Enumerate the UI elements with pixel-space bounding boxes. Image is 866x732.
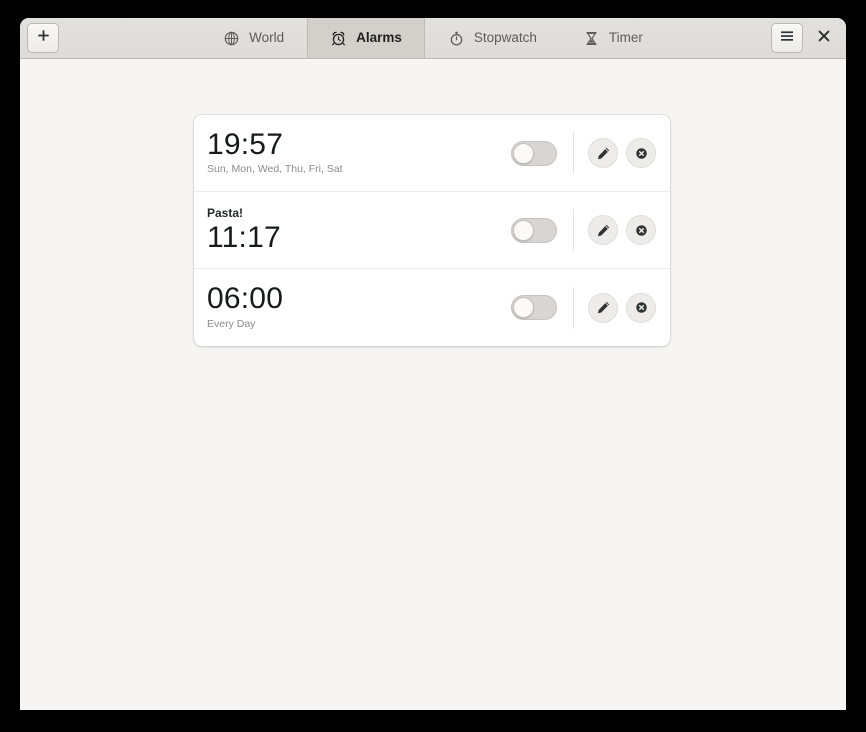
header-bar: World Alarms Stopwatch Timer (20, 18, 846, 59)
alarm-info: Pasta! 11:17 (207, 206, 511, 254)
globe-icon (223, 30, 240, 47)
control-separator (573, 209, 574, 251)
alarm-row[interactable]: Pasta! 11:17 (194, 192, 670, 269)
alarm-time: 06:00 (207, 282, 284, 316)
alarm-controls (511, 209, 656, 251)
window-close-button[interactable] (813, 27, 835, 49)
alarm-row[interactable]: 19:57 Sun, Mon, Wed, Thu, Fri, Sat (194, 115, 670, 192)
delete-alarm-button[interactable] (626, 138, 656, 168)
tab-timer-label: Timer (608, 30, 643, 46)
tab-alarms-label: Alarms (356, 30, 402, 46)
plus-icon (37, 29, 50, 47)
window-controls (771, 23, 839, 53)
alarm-clock-icon (330, 30, 347, 47)
control-separator (573, 286, 574, 329)
delete-alarm-button[interactable] (626, 292, 656, 323)
alarm-enable-toggle[interactable] (511, 217, 557, 243)
alarm-list: 19:57 Sun, Mon, Wed, Thu, Fri, Sat Pasta… (194, 115, 670, 346)
tab-timer[interactable]: Timer (560, 18, 666, 58)
pencil-icon (596, 223, 611, 238)
delete-circle-icon (634, 223, 649, 238)
tab-world-label: World (249, 30, 285, 46)
tab-alarms[interactable]: Alarms (307, 18, 425, 58)
alarm-repeat-days: Every Day (207, 317, 256, 330)
delete-circle-icon (634, 300, 649, 315)
alarm-time: 11:17 (207, 221, 281, 255)
tab-world[interactable]: World (200, 18, 307, 58)
toggle-knob (513, 219, 534, 241)
alarm-title: Pasta! (207, 206, 244, 221)
delete-alarm-button[interactable] (626, 215, 656, 245)
tab-stopwatch[interactable]: Stopwatch (425, 18, 560, 58)
edit-alarm-button[interactable] (588, 138, 618, 168)
toggle-knob (513, 142, 534, 164)
alarm-enable-toggle[interactable] (511, 295, 557, 320)
add-alarm-button[interactable] (27, 23, 59, 53)
alarm-enable-toggle[interactable] (511, 140, 557, 166)
desktop-background: World Alarms Stopwatch Timer 19:57 Sun, … (0, 0, 866, 732)
alarm-time: 19:57 (207, 127, 284, 161)
hourglass-icon (583, 30, 600, 47)
tab-stopwatch-label: Stopwatch (473, 30, 537, 46)
clocks-application-window: World Alarms Stopwatch Timer 19:57 Sun, … (20, 18, 846, 710)
toggle-knob (513, 297, 534, 318)
pencil-icon (596, 146, 611, 161)
alarm-info: 19:57 Sun, Mon, Wed, Thu, Fri, Sat (207, 129, 511, 177)
alarm-repeat-days: Sun, Mon, Wed, Thu, Fri, Sat (207, 163, 343, 176)
alarm-controls (511, 286, 656, 329)
control-separator (573, 132, 574, 174)
alarm-info: 06:00 Every Day (207, 283, 511, 331)
edit-alarm-button[interactable] (588, 215, 618, 245)
view-switcher: World Alarms Stopwatch Timer (20, 18, 846, 58)
delete-circle-icon (634, 146, 649, 161)
pencil-icon (596, 300, 611, 315)
hamburger-menu-icon (780, 29, 794, 47)
close-icon (818, 29, 830, 47)
stopwatch-icon (448, 30, 465, 47)
alarms-view: 19:57 Sun, Mon, Wed, Thu, Fri, Sat Pasta… (20, 59, 846, 710)
main-menu-button[interactable] (771, 23, 803, 53)
alarm-row[interactable]: 06:00 Every Day (194, 269, 670, 346)
edit-alarm-button[interactable] (588, 292, 618, 323)
alarm-controls (511, 132, 656, 174)
